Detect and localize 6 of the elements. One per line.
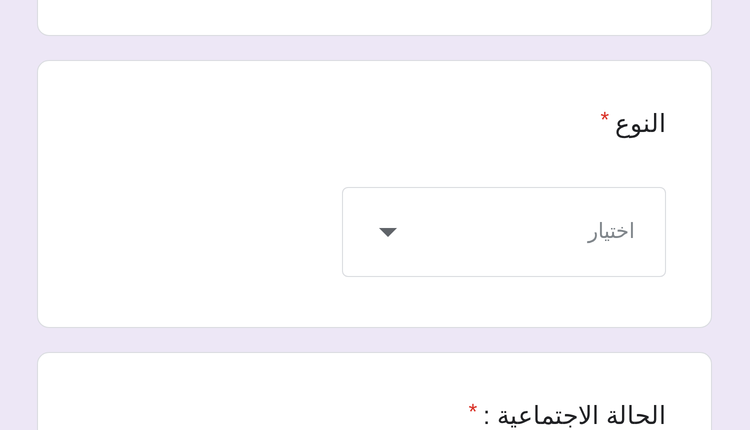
dropdown[interactable]: اختيار (342, 187, 666, 277)
caret-icon (379, 228, 397, 236)
required-mark: * (600, 107, 609, 133)
required-mark: * (468, 399, 478, 425)
question-title: النوع (615, 109, 666, 140)
question-title: الحالة الاجتماعية : (483, 401, 666, 430)
